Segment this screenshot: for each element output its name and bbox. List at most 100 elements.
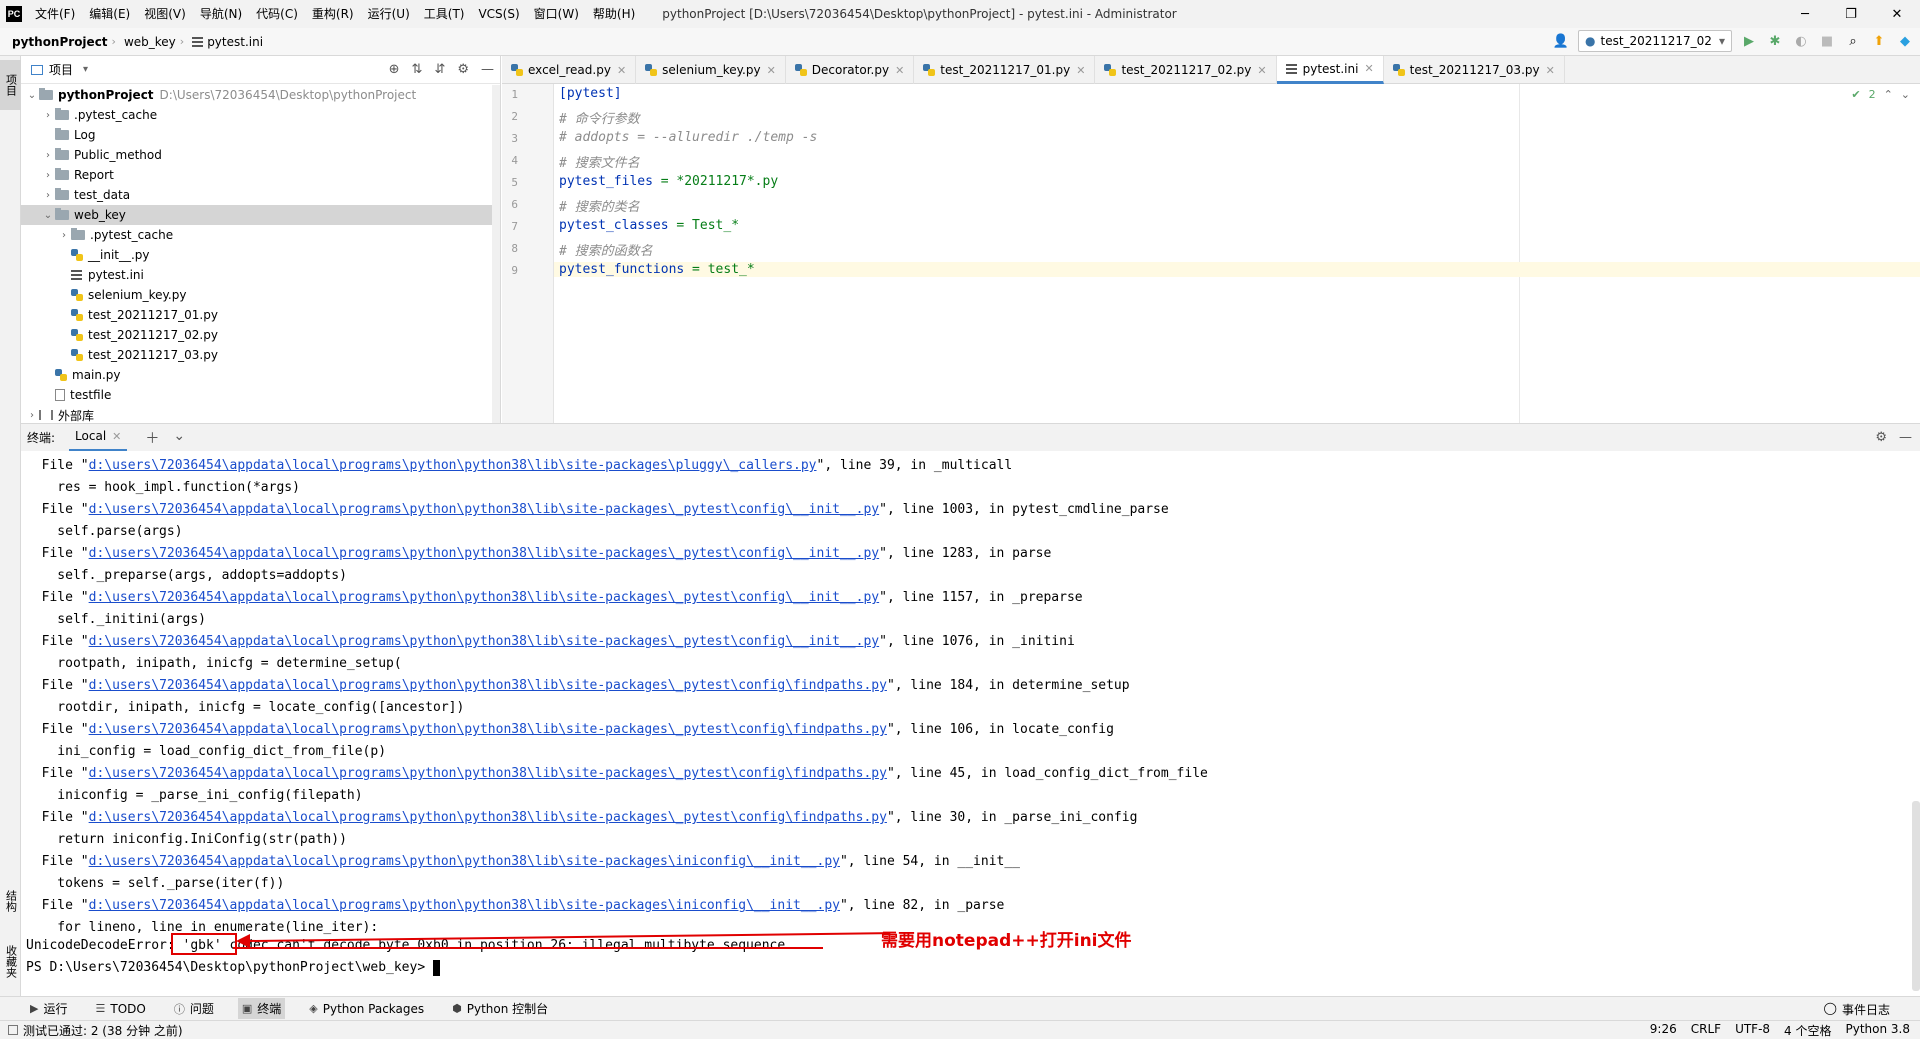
tree-item[interactable]: __init__.py (21, 245, 500, 265)
traceback-file-link[interactable]: d:\users\72036454\appdata\local\programs… (89, 898, 840, 913)
menu-window[interactable]: 窗口(W) (527, 0, 586, 28)
tab-decorator[interactable]: Decorator.py ✕ (786, 56, 915, 84)
chevron-right-icon[interactable]: › (57, 230, 71, 241)
menu-view[interactable]: 视图(V) (137, 0, 193, 28)
run-configuration-select[interactable]: ● test_20211217_02 ▾ (1578, 30, 1732, 52)
tab-test-01[interactable]: test_20211217_01.py ✕ (914, 56, 1096, 84)
chevron-down-icon[interactable]: ⌄ (25, 90, 39, 101)
traceback-file-link[interactable]: d:\users\72036454\appdata\local\programs… (89, 854, 840, 869)
chevron-right-icon[interactable]: › (25, 410, 39, 421)
code-editor[interactable]: 1 2 3 4 5 6 7 8 9 [pytest] # 命令行参数 # add… (502, 84, 1920, 423)
inspection-widget[interactable]: ✔ 2 ⌃ ⌄ (1851, 88, 1910, 101)
chevron-down-icon[interactable]: ⌄ (173, 428, 185, 448)
close-icon[interactable]: ✕ (112, 430, 121, 443)
terminal-scrollbar[interactable] (1912, 801, 1920, 991)
prompt-line[interactable]: PS D:\Users\72036454\Desktop\pythonProje… (26, 957, 440, 979)
menu-refactor[interactable]: 重构(R) (305, 0, 361, 28)
chevron-right-icon[interactable]: › (41, 150, 55, 161)
file-encoding[interactable]: UTF-8 (1735, 1022, 1770, 1039)
menu-file[interactable]: 文件(F) (28, 0, 82, 28)
traceback-file-link[interactable]: d:\users\72036454\appdata\local\programs… (89, 766, 887, 781)
tab-selenium-key[interactable]: selenium_key.py ✕ (636, 56, 786, 84)
traceback-file-link[interactable]: d:\users\72036454\appdata\local\programs… (89, 502, 880, 517)
chevron-down-icon[interactable]: ⌄ (1901, 88, 1910, 101)
tree-item[interactable]: › .pytest_cache (21, 225, 500, 245)
close-icon[interactable]: ✕ (1076, 64, 1085, 77)
traceback-file-link[interactable]: d:\users\72036454\appdata\local\programs… (89, 722, 887, 737)
debug-icon[interactable]: ✱ (1766, 32, 1784, 50)
tree-item[interactable]: › Public_method (21, 145, 500, 165)
menu-help[interactable]: 帮助(H) (586, 0, 642, 28)
tool-window-problems[interactable]: ⓘ 问题 (170, 998, 218, 1019)
close-button[interactable]: ✕ (1874, 0, 1920, 28)
project-tool-tab[interactable]: 项目 (0, 60, 21, 110)
event-log-button[interactable]: ◯ 事件日志 (1824, 1001, 1890, 1018)
gear-icon[interactable]: ⚙ (1875, 430, 1887, 445)
locate-icon[interactable]: ⊕ (389, 62, 400, 77)
tree-item[interactable]: › test_data (21, 185, 500, 205)
line-separator[interactable]: CRLF (1691, 1022, 1721, 1039)
project-panel-title[interactable]: 项目 (49, 61, 73, 78)
breadcrumb-file[interactable]: pytest.ini (184, 35, 267, 49)
terminal-output[interactable]: File "d:\users\72036454\appdata\local\pr… (21, 451, 1920, 996)
close-icon[interactable]: ✕ (767, 64, 776, 77)
update-icon[interactable]: ⬆ (1870, 32, 1888, 50)
traceback-file-link[interactable]: d:\users\72036454\appdata\local\programs… (89, 678, 887, 693)
close-icon[interactable]: ✕ (1546, 64, 1555, 77)
tool-window-todo[interactable]: ☰ TODO (91, 1000, 149, 1018)
tool-window-python-packages[interactable]: ◈ Python Packages (305, 1000, 428, 1018)
breadcrumb-project[interactable]: pythonProject (0, 35, 112, 49)
terminal-tab-local[interactable]: Local ✕ (69, 424, 128, 452)
collapse-all-icon[interactable]: ⇵ (434, 62, 445, 77)
tab-test-03[interactable]: test_20211217_03.py ✕ (1384, 56, 1565, 84)
tree-item[interactable]: › .pytest_cache (21, 105, 500, 125)
chevron-down-icon[interactable]: ⌄ (41, 210, 55, 221)
traceback-file-link[interactable]: d:\users\72036454\appdata\local\programs… (89, 590, 880, 605)
hide-icon[interactable]: — (1899, 430, 1912, 445)
hide-icon[interactable]: — (481, 62, 494, 77)
caret-position[interactable]: 9:26 (1650, 1022, 1677, 1039)
stop-icon[interactable]: ■ (1818, 32, 1836, 50)
traceback-file-link[interactable]: d:\users\72036454\appdata\local\programs… (89, 634, 880, 649)
tree-item[interactable]: test_20211217_01.py (21, 305, 500, 325)
tree-item[interactable]: test_20211217_03.py (21, 345, 500, 365)
tab-pytest-ini[interactable]: pytest.ini ✕ (1276, 56, 1384, 84)
tree-item[interactable]: pytest.ini (21, 265, 500, 285)
tool-window-terminal[interactable]: ▣ 终端 (237, 998, 286, 1019)
minimize-button[interactable]: ─ (1782, 0, 1828, 28)
tool-window-run[interactable]: ▶ 运行 (26, 998, 71, 1019)
tree-item[interactable]: testfile (21, 385, 500, 405)
chevron-right-icon[interactable]: › (41, 110, 55, 121)
menu-run[interactable]: 运行(U) (361, 0, 417, 28)
project-scrollbar[interactable] (492, 85, 500, 423)
menu-navigate[interactable]: 导航(N) (193, 0, 249, 28)
run-icon[interactable]: ▶ (1740, 32, 1758, 50)
close-icon[interactable]: ✕ (617, 64, 626, 77)
breadcrumb-folder[interactable]: web_key (116, 35, 180, 49)
traceback-file-link[interactable]: d:\users\72036454\appdata\local\programs… (89, 458, 817, 473)
chevron-right-icon[interactable]: › (41, 190, 55, 201)
favorites-tool-tab[interactable]: 收藏夹 (0, 931, 21, 991)
traceback-file-link[interactable]: d:\users\72036454\appdata\local\programs… (89, 810, 887, 825)
structure-tool-tab[interactable]: 结构 (0, 876, 21, 926)
tree-item[interactable]: › Report (21, 165, 500, 185)
menu-vcs[interactable]: VCS(S) (471, 0, 526, 28)
tree-item[interactable]: main.py (21, 365, 500, 385)
tab-excel-read[interactable]: excel_read.py ✕ (502, 56, 637, 84)
indent-setting[interactable]: 4 个空格 (1784, 1022, 1831, 1039)
tree-item-selected[interactable]: ⌄ web_key (21, 205, 500, 225)
menu-code[interactable]: 代码(C) (249, 0, 305, 28)
tree-item[interactable]: test_20211217_02.py (21, 325, 500, 345)
tree-root[interactable]: ⌄ pythonProject D:\Users\72036454\Deskto… (21, 85, 500, 105)
user-icon[interactable]: 👤 (1552, 32, 1570, 50)
menu-tools[interactable]: 工具(T) (417, 0, 472, 28)
gear-icon[interactable]: ⚙ (457, 62, 469, 77)
close-icon[interactable]: ✕ (1257, 64, 1266, 77)
status-message[interactable]: 测试已通过: 2 (38 分钟 之前) (8, 1022, 183, 1039)
close-icon[interactable]: ✕ (895, 64, 904, 77)
tab-test-02[interactable]: test_20211217_02.py ✕ (1095, 56, 1277, 84)
tree-item[interactable]: Log (21, 125, 500, 145)
chevron-down-icon[interactable]: ▾ (83, 64, 88, 75)
python-interpreter[interactable]: Python 3.8 (1846, 1022, 1911, 1039)
chevron-right-icon[interactable]: › (41, 170, 55, 181)
